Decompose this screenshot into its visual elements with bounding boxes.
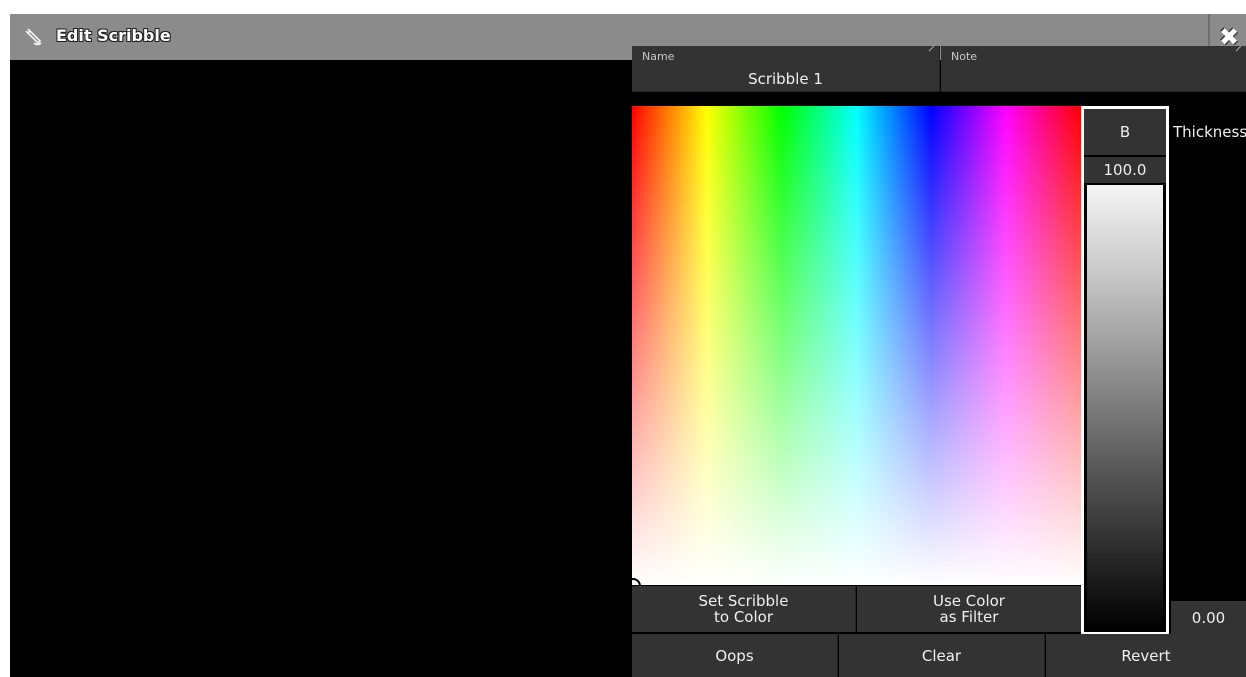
- use-color-as-filter-button[interactable]: Use Color as Filter: [857, 586, 1081, 632]
- clear-button[interactable]: Clear: [839, 634, 1045, 677]
- scribble-pen-icon: [24, 27, 44, 47]
- set-scribble-label-1: Set Scribble: [698, 592, 789, 610]
- thickness-value[interactable]: 0.00: [1171, 601, 1246, 635]
- oops-button[interactable]: Oops: [632, 634, 838, 677]
- use-color-label-2: as Filter: [939, 608, 999, 626]
- thickness-slider[interactable]: [1171, 155, 1246, 599]
- set-scribble-label-2: to Color: [714, 608, 773, 626]
- color-picker[interactable]: [632, 106, 1081, 585]
- brightness-slider[interactable]: [1087, 185, 1163, 630]
- set-scribble-to-color-button[interactable]: Set Scribble to Color: [632, 586, 856, 632]
- brightness-value[interactable]: 100.0: [1084, 157, 1166, 183]
- note-field[interactable]: Note: [941, 45, 1246, 92]
- name-label: Name: [642, 50, 675, 63]
- brightness-header: B: [1084, 109, 1166, 155]
- thickness-header: Thickness: [1173, 123, 1246, 141]
- name-value: Scribble 1: [748, 70, 823, 88]
- note-label: Note: [951, 50, 978, 63]
- scribble-canvas[interactable]: [10, 60, 632, 677]
- revert-button[interactable]: Revert: [1046, 634, 1246, 677]
- window-title: Edit Scribble: [56, 26, 171, 45]
- use-color-label-1: Use Color: [933, 592, 1005, 610]
- name-field[interactable]: Name Scribble 1: [632, 45, 940, 92]
- edit-corner-icon: [928, 45, 935, 52]
- edit-corner-icon: [1235, 45, 1242, 52]
